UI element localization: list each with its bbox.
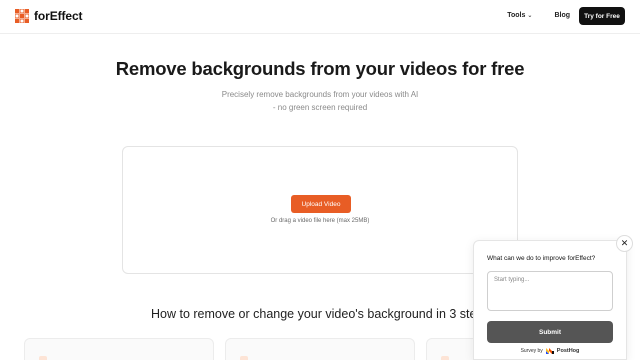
posthog-logo-icon [545, 348, 554, 354]
page-title: Remove backgrounds from your videos for … [115, 58, 525, 79]
logo[interactable]: forEffect [15, 9, 83, 23]
try-for-free-button[interactable]: Try for Free [579, 7, 625, 25]
subtitle-line-1: Precisely remove backgrounds from your v… [221, 90, 419, 99]
upload-hint: Or drag a video file here (max 25MB) [270, 218, 370, 224]
upload-dropzone[interactable]: Upload Video Or drag a video file here (… [122, 146, 518, 274]
nav-tools[interactable]: Tools ⌄ [507, 12, 532, 19]
site-header: forEffect Tools ⌄ Blog Try for Free [0, 0, 640, 34]
how-to-title: How to remove or change your video's bac… [151, 307, 477, 321]
survey-question: What can we do to improve forEffect? [487, 255, 596, 262]
step-card-1 [24, 338, 214, 360]
nav-blog-label: Blog [554, 12, 570, 19]
logo-text: forEffect [34, 9, 83, 23]
survey-footer-brand[interactable]: PostHog [557, 348, 580, 354]
survey-popup: What can we do to improve forEffect? Sub… [473, 240, 627, 360]
grid-x-icon [15, 9, 29, 23]
step-badge [39, 356, 47, 360]
main-nav: Tools ⌄ Blog [507, 12, 570, 19]
upload-video-button[interactable]: Upload Video [291, 195, 351, 213]
step-badge [240, 356, 248, 360]
nav-tools-label: Tools [507, 12, 526, 19]
step-badge [441, 356, 449, 360]
survey-input[interactable] [487, 271, 613, 311]
subtitle-line-2: - no green screen required [272, 103, 368, 112]
step-card-2 [225, 338, 415, 360]
chevron-down-icon: ⌄ [527, 13, 533, 19]
nav-blog[interactable]: Blog [554, 12, 570, 19]
survey-footer-prefix: Survey by [520, 348, 543, 354]
close-icon[interactable]: ✕ [616, 235, 633, 252]
survey-submit-button[interactable]: Submit [487, 321, 613, 343]
survey-footer: Survey by PostHog [474, 348, 626, 354]
page-subtitle: Precisely remove backgrounds from your v… [0, 88, 640, 114]
